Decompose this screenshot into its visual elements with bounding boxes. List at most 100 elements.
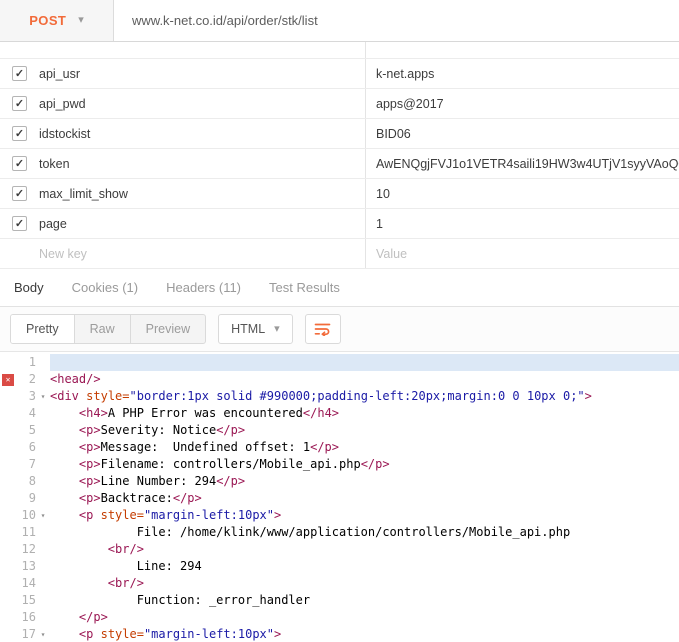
param-checkbox[interactable]: ✓ (12, 66, 27, 81)
code-content[interactable]: File: /home/klink/www/application/contro… (50, 524, 679, 541)
gutter-marker (0, 354, 16, 371)
tab-headers-11[interactable]: Headers (11) (166, 280, 241, 295)
token-text: Function: _error_handler (50, 593, 310, 607)
view-mode-group: PrettyRawPreview (10, 314, 206, 344)
fold-spacer (36, 354, 50, 371)
param-checkbox[interactable]: ✓ (12, 96, 27, 111)
code-content[interactable]: </p> (50, 609, 679, 626)
language-label: HTML (231, 322, 265, 336)
token-plain (50, 627, 79, 641)
mode-raw[interactable]: Raw (75, 315, 131, 343)
mode-pretty[interactable]: Pretty (11, 315, 75, 343)
code-content[interactable]: <p style="margin-left:10px"> (50, 626, 679, 642)
param-key-cell (0, 42, 366, 58)
token-tag: <p> (79, 474, 101, 488)
code-content[interactable] (50, 354, 679, 371)
param-value[interactable]: 10 (366, 179, 679, 208)
param-value-cell (366, 42, 679, 58)
code-content[interactable]: <p>Backtrace:</p> (50, 490, 679, 507)
token-plain (50, 542, 108, 556)
url-input[interactable]: www.k-net.co.id/api/order/stk/list (114, 0, 679, 41)
fold-spacer (36, 592, 50, 609)
param-row: ✓ page 1 (0, 209, 679, 239)
method-selector[interactable]: POST ▾ (0, 0, 114, 41)
code-content[interactable]: <p>Filename: controllers/Mobile_api.php<… (50, 456, 679, 473)
token-text: Backtrace: (101, 491, 173, 505)
param-value[interactable]: apps@2017 (366, 89, 679, 118)
param-key[interactable]: max_limit_show (39, 187, 128, 201)
code-content[interactable]: <br/> (50, 575, 679, 592)
method-label: POST (29, 13, 66, 28)
param-value[interactable]: AwENQgjFVJ1o1VETR4saili19HW3w4UTjV1syyVA… (366, 149, 679, 178)
param-value[interactable]: k-net.apps (366, 59, 679, 88)
line-number: 5 (16, 422, 36, 439)
tab-cookies-1[interactable]: Cookies (1) (72, 280, 138, 295)
param-key[interactable]: api_usr (39, 67, 80, 81)
code-line: 4 <h4>A PHP Error was encountered</h4> (0, 405, 679, 422)
fold-arrow-icon[interactable]: ▾ (36, 388, 50, 405)
param-key[interactable]: token (39, 157, 70, 171)
line-number: 10 (16, 507, 36, 524)
token-text: A PHP Error was encountered (108, 406, 303, 420)
mode-preview[interactable]: Preview (131, 315, 205, 343)
line-gutter: 9 (0, 490, 50, 507)
code-content[interactable]: <p>Message: Undefined offset: 1</p> (50, 439, 679, 456)
gutter-marker (0, 609, 16, 626)
param-checkbox[interactable]: ✓ (12, 156, 27, 171)
param-key[interactable]: api_pwd (39, 97, 86, 111)
token-tag: > (274, 627, 281, 641)
token-tag: <p (79, 627, 93, 641)
line-gutter: 17▾ (0, 626, 50, 642)
token-tag: <h4> (79, 406, 108, 420)
code-content[interactable]: <div style="border:1px solid #990000;pad… (50, 388, 679, 405)
wrap-text-button[interactable] (305, 314, 341, 344)
token-plain (50, 406, 79, 420)
fold-arrow-icon[interactable]: ▾ (36, 626, 50, 642)
line-gutter: 15 (0, 592, 50, 609)
code-content[interactable]: Function: _error_handler (50, 592, 679, 609)
code-editor[interactable]: 1✕2<head/>3▾<div style="border:1px solid… (0, 352, 679, 642)
line-gutter: 13 (0, 558, 50, 575)
code-content[interactable]: Line: 294 (50, 558, 679, 575)
param-checkbox[interactable]: ✓ (12, 126, 27, 141)
language-dropdown[interactable]: HTML ▾ (218, 314, 293, 344)
token-tag: </p> (216, 474, 245, 488)
token-plain (50, 508, 79, 522)
token-plain (50, 576, 108, 590)
token-tag: <div (50, 389, 79, 403)
line-gutter: 8 (0, 473, 50, 490)
fold-spacer (36, 575, 50, 592)
code-content[interactable]: <head/> (50, 371, 679, 388)
new-key-input[interactable]: New key (39, 247, 87, 261)
tab-body[interactable]: Body (14, 280, 44, 295)
param-checkbox[interactable]: ✓ (12, 216, 27, 231)
code-content[interactable]: <p>Severity: Notice</p> (50, 422, 679, 439)
code-line: 13 Line: 294 (0, 558, 679, 575)
new-value-input[interactable]: Value (366, 239, 679, 268)
token-plain (50, 610, 79, 624)
param-checkbox[interactable]: ✓ (12, 186, 27, 201)
token-plain (50, 440, 79, 454)
param-value[interactable]: BID06 (366, 119, 679, 148)
fold-spacer (36, 541, 50, 558)
token-tag: <p (79, 508, 93, 522)
param-value[interactable]: 1 (366, 209, 679, 238)
line-number: 11 (16, 524, 36, 541)
tab-test-results[interactable]: Test Results (269, 280, 340, 295)
code-content[interactable]: <p style="margin-left:10px"> (50, 507, 679, 524)
chevron-down-icon: ▾ (78, 15, 84, 26)
param-key-cell: ✓ api_pwd (0, 89, 366, 118)
code-content[interactable]: <br/> (50, 541, 679, 558)
param-key[interactable]: idstockist (39, 127, 90, 141)
fold-spacer (36, 422, 50, 439)
gutter-marker (0, 405, 16, 422)
param-row: ✓ api_usr k-net.apps (0, 59, 679, 89)
param-key-cell: ✓ idstockist (0, 119, 366, 148)
code-content[interactable]: <h4>A PHP Error was encountered</h4> (50, 405, 679, 422)
fold-arrow-icon[interactable]: ▾ (36, 507, 50, 524)
code-content[interactable]: <p>Line Number: 294</p> (50, 473, 679, 490)
token-text: Line Number: 294 (101, 474, 217, 488)
code-line: 15 Function: _error_handler (0, 592, 679, 609)
param-key[interactable]: page (39, 217, 67, 231)
line-number: 13 (16, 558, 36, 575)
